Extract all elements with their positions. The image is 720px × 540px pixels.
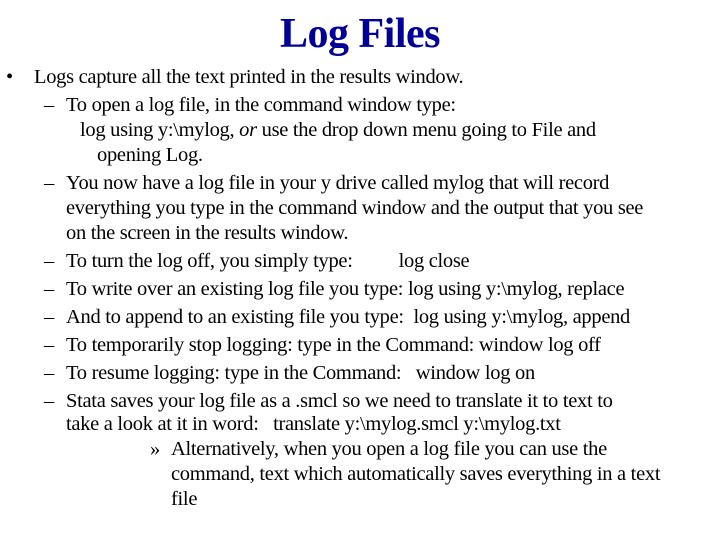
- dash-bullet-icon: –: [44, 250, 54, 272]
- item-text: To resume logging: type in the Command: …: [66, 362, 535, 384]
- sub-item-turn-off: – To turn the log off, you simply type: l…: [0, 249, 720, 274]
- open-log-continuation: opening Log.: [0, 143, 720, 168]
- item-text: To write over an existing log file you t…: [66, 278, 625, 300]
- item-text: To temporarily stop logging: type in the…: [66, 334, 601, 356]
- open-log-command-line: log using y:\mylog, or use the drop down…: [0, 118, 720, 143]
- sub-sub-item-alternative: » Alternatively, when you open a log fil…: [0, 437, 720, 512]
- dash-bullet-icon: –: [44, 172, 54, 194]
- bullet-dot-icon: •: [6, 66, 13, 88]
- or-emphasis: or: [239, 119, 257, 141]
- sub-item-resume-logging: – To resume logging: type in the Command…: [0, 361, 720, 386]
- item-text: To open a log file, in the command windo…: [66, 94, 456, 116]
- item-text: To turn the log off, you simply type:: [66, 250, 353, 272]
- item-text: And to append to an existing file you ty…: [66, 306, 631, 328]
- sub-item-write-over: – To write over an existing log file you…: [0, 277, 720, 302]
- dash-bullet-icon: –: [44, 94, 54, 116]
- item-text: on the screen in the results window.: [66, 222, 349, 244]
- item-text: You now have a log file in your y drive …: [66, 172, 610, 194]
- dash-bullet-icon: –: [44, 390, 54, 412]
- slide-content: • Logs capture all the text printed in t…: [0, 62, 720, 512]
- dash-bullet-icon: –: [44, 334, 54, 356]
- item-text: Stata saves your log file as a .smcl so …: [66, 390, 613, 412]
- dash-bullet-icon: –: [44, 278, 54, 300]
- command-text: log close: [398, 250, 470, 272]
- sub-item-smcl: – Stata saves your log file as a .smcl s…: [0, 389, 720, 437]
- command-text: log using y:\mylog,: [80, 119, 240, 141]
- item-text: command, text which automatically saves …: [171, 463, 661, 485]
- item-text: use the drop down menu going to File and: [256, 119, 597, 141]
- sub-item-append: – And to append to an existing file you …: [0, 305, 720, 330]
- item-text: opening Log.: [97, 144, 203, 166]
- sub-item-now-have: – You now have a log file in your y driv…: [0, 171, 720, 246]
- dash-bullet-icon: –: [44, 362, 54, 384]
- chevron-bullet-icon: »: [150, 438, 160, 460]
- slide-title: Log Files: [280, 11, 441, 57]
- bullet-item-logs-capture: • Logs capture all the text printed in t…: [0, 65, 720, 90]
- item-text: file: [171, 488, 198, 510]
- sub-item-open-log: – To open a log file, in the command win…: [0, 93, 720, 118]
- dash-bullet-icon: –: [44, 306, 54, 328]
- item-text: Logs capture all the text printed in the…: [34, 66, 464, 88]
- sub-item-stop-logging: – To temporarily stop logging: type in t…: [0, 333, 720, 358]
- item-text: take a look at it in word: translate y:\…: [66, 413, 561, 435]
- item-text: Alternatively, when you open a log file …: [171, 438, 607, 460]
- item-text: everything you type in the command windo…: [66, 197, 644, 219]
